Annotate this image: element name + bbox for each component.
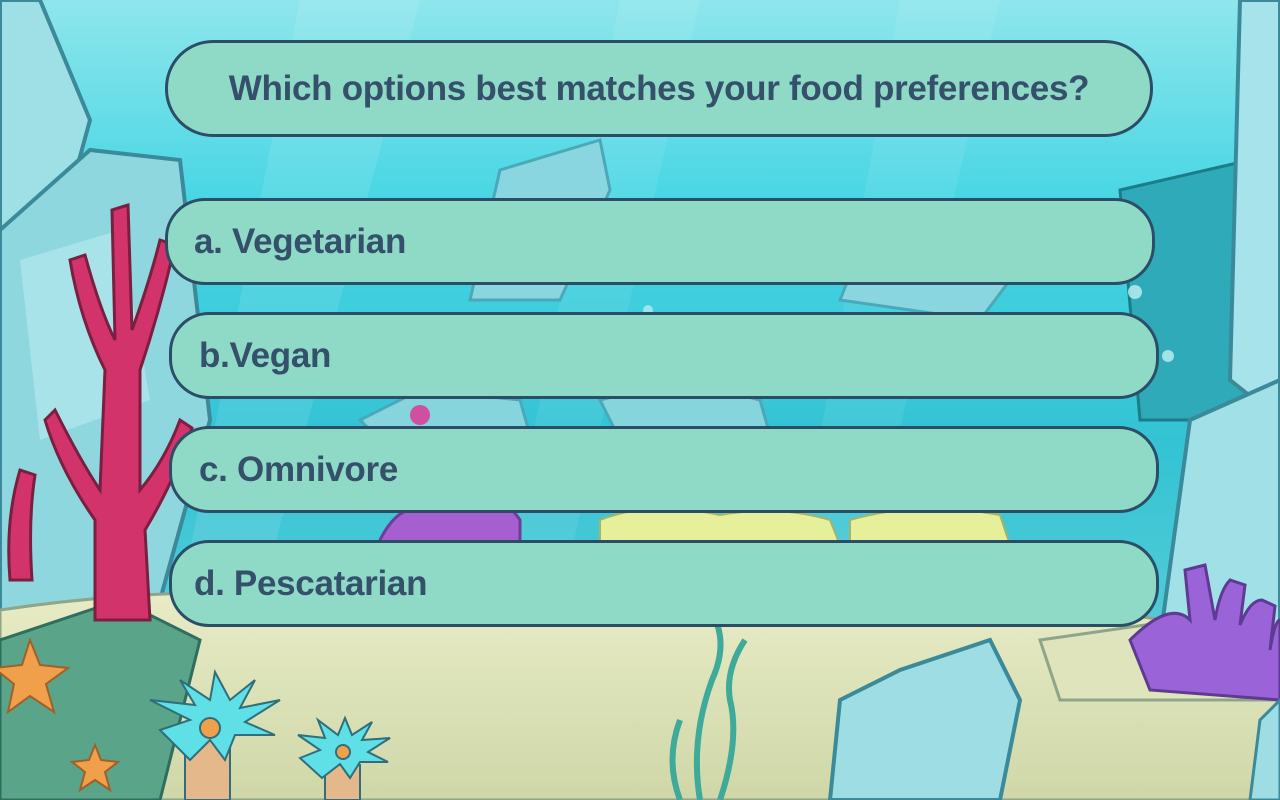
question-text: Which options best matches your food pre…	[228, 68, 1090, 108]
option-c-label: c. Omnivore	[199, 449, 398, 489]
option-d-label: d. Pescatarian	[194, 563, 428, 603]
option-d-button[interactable]: d. Pescatarian	[169, 540, 1159, 627]
option-a-button[interactable]: a. Vegetarian	[165, 198, 1155, 285]
option-b-label: b.Vegan	[199, 335, 332, 375]
option-a-label: a. Vegetarian	[194, 221, 407, 261]
option-b-button[interactable]: b.Vegan	[169, 312, 1159, 399]
question-box: Which options best matches your food pre…	[165, 40, 1153, 137]
option-c-button[interactable]: c. Omnivore	[169, 426, 1159, 513]
